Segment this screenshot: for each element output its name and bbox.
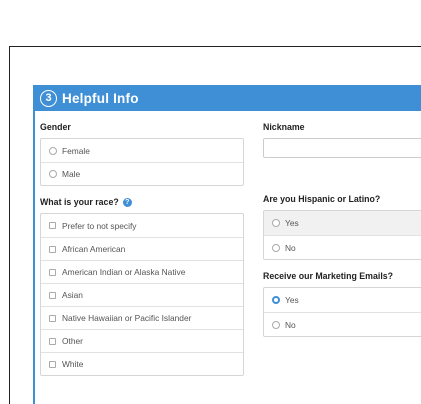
race-option-prefer-not[interactable]: Prefer to not specify	[41, 214, 243, 237]
gender-label: Gender	[40, 122, 71, 132]
race-option-other[interactable]: Other	[41, 329, 243, 352]
hispanic-options: Yes No	[263, 210, 421, 260]
option-label: Male	[62, 169, 81, 179]
radio-button[interactable]	[272, 320, 280, 329]
race-option-american-indian[interactable]: American Indian or Alaska Native	[41, 260, 243, 283]
gender-option-female[interactable]: Female	[41, 139, 243, 162]
option-label: Other	[62, 336, 83, 346]
checkbox[interactable]	[49, 337, 56, 345]
step-number-badge: 3	[40, 89, 57, 107]
race-label: What is your race? ?	[40, 196, 244, 208]
checkbox[interactable]	[49, 314, 56, 322]
hispanic-label: Are you Hispanic or Latino?	[263, 194, 381, 204]
radio-button[interactable]	[272, 219, 280, 227]
option-label: Yes	[285, 295, 299, 305]
race-label-text: What is your race?	[40, 197, 119, 207]
checkbox[interactable]	[49, 360, 56, 368]
option-label: Asian	[62, 290, 83, 300]
page-frame: 3 Helpful Info Gender Female Male What i…	[9, 46, 421, 404]
hispanic-option-yes[interactable]: Yes	[264, 211, 421, 235]
race-option-asian[interactable]: Asian	[41, 283, 243, 306]
radio-button[interactable]	[49, 170, 57, 178]
nickname-label: Nickname	[263, 122, 305, 132]
option-label: No	[285, 319, 296, 330]
checkbox[interactable]	[49, 268, 56, 276]
option-label: Female	[62, 145, 90, 156]
right-column: Nickname Are you Hispanic or Latino? Yes…	[263, 121, 421, 337]
radio-button[interactable]	[272, 243, 280, 252]
help-icon[interactable]: ?	[122, 197, 132, 207]
marketing-option-no[interactable]: No	[264, 312, 421, 336]
gender-options: Female Male	[40, 138, 244, 186]
option-label: African American	[62, 244, 126, 254]
option-label: Prefer to not specify	[62, 220, 137, 231]
option-label: American Indian or Alaska Native	[62, 267, 186, 277]
radio-button-selected[interactable]	[272, 296, 280, 304]
race-option-white[interactable]: White	[41, 352, 243, 375]
marketing-options: Yes No	[263, 287, 421, 337]
gender-option-male[interactable]: Male	[41, 162, 243, 185]
panel-header: 3 Helpful Info	[35, 85, 421, 111]
left-column: Gender Female Male What is your race? ?	[40, 121, 244, 376]
checkbox[interactable]	[49, 291, 56, 299]
option-label: Yes	[285, 218, 299, 228]
option-label: Native Hawaiian or Pacific Islander	[62, 313, 192, 323]
radio-button[interactable]	[49, 146, 57, 155]
helpful-info-panel: 3 Helpful Info Gender Female Male What i…	[33, 85, 421, 404]
marketing-option-yes[interactable]: Yes	[264, 288, 421, 312]
race-option-native-hawaiian[interactable]: Native Hawaiian or Pacific Islander	[41, 306, 243, 329]
checkbox[interactable]	[49, 222, 56, 229]
race-options: Prefer to not specify African American A…	[40, 213, 244, 376]
race-option-african-american[interactable]: African American	[41, 237, 243, 260]
hispanic-option-no[interactable]: No	[264, 235, 421, 259]
nickname-input[interactable]	[263, 138, 421, 158]
option-label: White	[62, 359, 84, 369]
checkbox[interactable]	[49, 245, 56, 253]
marketing-label: Receive our Marketing Emails?	[263, 271, 394, 281]
panel-title: Helpful Info	[62, 90, 139, 106]
option-label: No	[285, 242, 296, 253]
